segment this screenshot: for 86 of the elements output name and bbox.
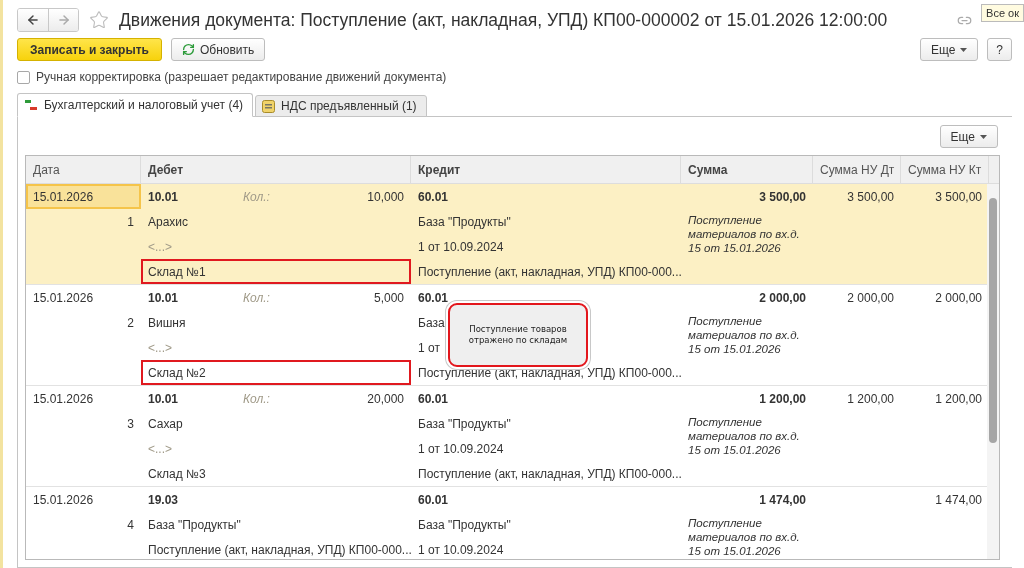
table-cell-text: 15.01.2026: [32, 289, 95, 307]
table-cell-text: 20,000: [366, 390, 405, 408]
table-cell-text: 1 474,00: [934, 491, 983, 509]
column-header[interactable]: Дебет: [141, 156, 411, 183]
table-cell-text: 60.01: [417, 491, 450, 509]
caret-icon: [960, 47, 968, 52]
table-cell-text: Поступление материалов по вх.д. 15 от 15.01.2026: [687, 314, 801, 357]
table-cell-text: 1 от 10.09.2024: [417, 238, 505, 256]
table-cell-text: 19.03: [147, 491, 180, 509]
table-cell-text: 1 от 10.09.2024: [417, 440, 505, 458]
table-cell-text: 60.01: [417, 289, 450, 307]
table-cell-text: <...>: [147, 440, 174, 458]
checkbox-label: Ручная корректировка (разрешает редактирование движений документа): [36, 70, 447, 84]
table-cell-text: Кол.:: [242, 289, 271, 307]
table-cell-text: 1 474,00: [758, 491, 807, 509]
table-cell-text: Вишня: [147, 314, 187, 332]
table-cell-text: 10.01: [147, 390, 180, 408]
table-cell-text: Поступление материалов по вх.д. 15 от 15.01.2026: [687, 516, 801, 559]
caret-icon: [980, 134, 987, 139]
table-cell-text: 5,000: [372, 289, 405, 307]
more-button[interactable]: Еще: [919, 38, 979, 61]
refresh-icon: [181, 43, 195, 56]
tooltip: Все ок: [981, 4, 1024, 22]
column-header[interactable]: Кредит: [411, 156, 681, 183]
table-cell-text: Поступление (акт, накладная, УПД) КП00-000...: [417, 364, 683, 382]
table-cell-text: <...>: [147, 238, 174, 256]
table-cell-text: Склад №3: [147, 465, 207, 483]
highlighted-cell: Склад №2: [141, 360, 411, 385]
star-icon[interactable]: [89, 10, 109, 30]
refresh-button[interactable]: Обновить: [170, 38, 266, 61]
table-cell-text: <...>: [147, 339, 174, 357]
table-cell-text: 3: [126, 415, 135, 433]
table-cell-text: База "Продукты": [417, 516, 512, 534]
checkbox[interactable]: [17, 70, 30, 84]
table-cell-text: База: [417, 314, 446, 332]
table-cell-text: 2 000,00: [758, 289, 807, 307]
document-icon: [262, 99, 276, 113]
tab[interactable]: НДС предъявленный (1): [255, 95, 427, 117]
table-cell-text: 60.01: [417, 390, 450, 408]
table-cell-text: 1 200,00: [846, 390, 895, 408]
table-cell-text: 15.01.2026: [32, 491, 95, 509]
window-title: Движения документа: Поступление (акт, накладная, УПД) КП00-000002 от 15.01.2026 12:00:00: [119, 9, 889, 31]
table-cell-text: Поступление материалов по вх.д. 15 от 15.01.2026: [687, 213, 801, 256]
scrollbar[interactable]: [987, 184, 999, 559]
table-cell-text: 1 200,00: [934, 390, 983, 408]
table-cell-text: 10.01: [147, 188, 180, 206]
table-cell-text: 3 500,00: [758, 188, 807, 206]
back-button[interactable]: [18, 9, 48, 31]
help-button[interactable]: ?: [987, 38, 1012, 61]
highlighted-cell: Склад №1: [141, 259, 411, 284]
column-header[interactable]: Сумма НУ Дт: [813, 156, 901, 183]
table-cell-text: 3 500,00: [934, 188, 983, 206]
table-cell-text: 60.01: [417, 188, 450, 206]
table-cell-text: 3 500,00: [846, 188, 895, 206]
column-header[interactable]: Дата: [26, 156, 141, 183]
table-cell: 15.01.2026: [26, 184, 141, 209]
save-close-button[interactable]: Записать и закрыть: [17, 38, 162, 61]
table-cell-text: Поступление (акт, накладная, УПД) КП00-000...: [147, 541, 413, 559]
table-cell-text: Сахар: [147, 415, 184, 433]
tab[interactable]: Бухгалтерский и налоговый учет (4): [17, 93, 254, 117]
table-cell-text: База "Продукты": [147, 516, 242, 534]
table-cell-text: Кол.:: [242, 188, 271, 206]
table-cell-text: Поступление материалов по вх.д. 15 от 15.01.2026: [687, 415, 801, 458]
table-cell-text: Кол.:: [242, 390, 271, 408]
table-cell-text: Арахис: [147, 213, 190, 231]
table-cell-text: База "Продукты": [417, 415, 512, 433]
table-row[interactable]: [26, 184, 988, 285]
table-cell-text: 2: [126, 314, 135, 332]
ledger-icon: [24, 98, 38, 112]
table-cell-text: Поступление (акт, накладная, УПД) КП00-000...: [417, 465, 683, 483]
table-cell-text: 10,000: [366, 188, 405, 206]
table-cell-text: 15.01.2026: [32, 390, 95, 408]
table-cell-text: 1: [126, 213, 135, 231]
table-cell-text: 1 от: [417, 339, 441, 357]
table-cell-text: 1 200,00: [758, 390, 807, 408]
table-cell-text: База "Продукты": [417, 213, 512, 231]
table-cell-text: 2 000,00: [934, 289, 983, 307]
more-button[interactable]: Еще: [939, 125, 998, 148]
table-cell-text: 2 000,00: [846, 289, 895, 307]
table-cell-text: 1 от 10.09.2024: [417, 541, 505, 559]
callout: Поступление товаров отражено по складам: [448, 303, 588, 367]
column-header[interactable]: Сумма НУ Кт: [901, 156, 989, 183]
table-cell-text: 4: [126, 516, 135, 534]
table-cell-text: 10.01: [147, 289, 180, 307]
table-cell-text: Поступление (акт, накладная, УПД) КП00-000...: [417, 263, 683, 281]
column-header[interactable]: Сумма: [681, 156, 813, 183]
